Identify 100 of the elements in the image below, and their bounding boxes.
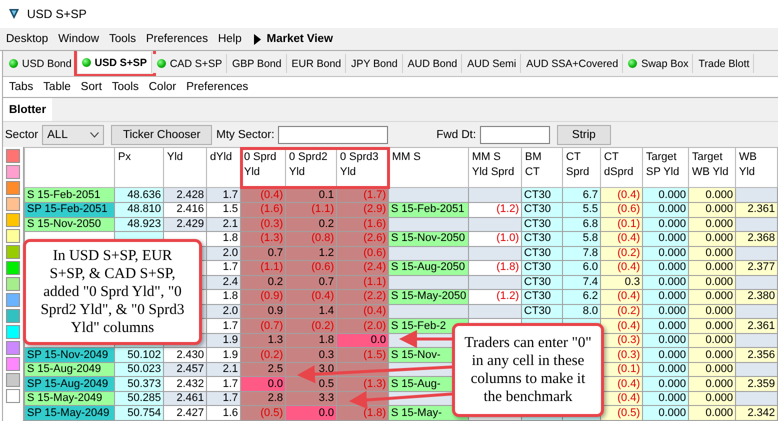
menu-item[interactable]: Preferences xyxy=(186,81,248,93)
color-swatch[interactable] xyxy=(6,261,20,275)
table-cell: S 15-Aug-2049 xyxy=(24,362,114,377)
table-cell: 0.000 xyxy=(688,406,736,420)
table-cell: CT30 xyxy=(522,304,562,319)
color-swatch[interactable] xyxy=(6,341,20,355)
table-cell: CT30 xyxy=(522,188,562,202)
table-cell: (1.2) xyxy=(468,202,522,218)
table-cell: 2.457 xyxy=(164,362,206,377)
color-swatch[interactable] xyxy=(6,373,20,387)
color-swatch[interactable] xyxy=(6,165,20,179)
color-swatch[interactable] xyxy=(6,325,20,339)
table-cell: (0.2) xyxy=(600,246,642,261)
table-cell: 1.8 xyxy=(206,232,240,246)
strip-button[interactable]: Strip xyxy=(557,124,611,144)
table-cell: 0.000 xyxy=(642,406,688,420)
fwd-date-field[interactable] xyxy=(480,126,550,144)
color-swatch[interactable] xyxy=(6,181,20,195)
column-header[interactable]: MM S xyxy=(388,148,468,188)
menu-item[interactable]: Window xyxy=(58,33,100,45)
table-cell: (0.6) xyxy=(286,260,336,276)
table-cell: 0.000 xyxy=(688,391,736,406)
table-cell: 0.000 xyxy=(688,232,736,246)
column-header[interactable]: BM CT xyxy=(522,148,562,188)
table-cell: 7.4 xyxy=(562,275,600,290)
table-cell: SP 15-May-2049 xyxy=(24,406,114,420)
table-cell: (2.6) xyxy=(336,232,388,246)
column-header[interactable]: Target SP Yld xyxy=(642,148,688,188)
table-cell: (0.2) xyxy=(600,304,642,319)
table-cell: 1.4 xyxy=(286,304,336,319)
table-cell: 0.000 xyxy=(688,275,736,290)
table-cell: S 15-Feb-2051 xyxy=(388,202,468,218)
menu-item[interactable]: Preferences xyxy=(146,33,208,45)
panel-tab[interactable]: Blotter xyxy=(3,98,52,121)
color-swatch[interactable] xyxy=(6,389,20,403)
table-cell: 50.102 xyxy=(114,348,164,362)
table-cell: (0.6) xyxy=(336,246,388,261)
ticker-chooser-button[interactable]: Ticker Chooser xyxy=(111,124,212,144)
table-cell: 0.3 xyxy=(286,348,336,362)
table-cell: (0.4) xyxy=(600,260,642,276)
color-swatch[interactable] xyxy=(6,357,20,371)
color-swatch[interactable] xyxy=(6,197,20,211)
table-cell: 2.427 xyxy=(164,406,206,420)
table-cell: (0.4) xyxy=(600,188,642,202)
color-swatch[interactable] xyxy=(6,293,20,307)
color-swatch[interactable] xyxy=(6,213,20,227)
table-cell: 0.0 xyxy=(336,333,388,348)
table-cell: 2.1 xyxy=(206,217,240,232)
color-swatch[interactable] xyxy=(6,309,20,323)
column-header[interactable]: CT dSprd xyxy=(600,148,642,188)
menu-item[interactable]: Help xyxy=(218,33,242,45)
table-cell: 0.3 xyxy=(600,275,642,290)
table-cell: 1.3 xyxy=(240,333,286,348)
menu-item[interactable]: Color xyxy=(148,81,176,93)
column-header[interactable]: MM S Yld Sprd xyxy=(468,148,522,188)
menu-item[interactable]: Table xyxy=(43,81,71,93)
table-cell: 0.000 xyxy=(642,290,688,304)
table-cell: SP 15-Nov-2049 xyxy=(24,348,114,362)
color-swatch[interactable] xyxy=(6,229,20,243)
color-swatch[interactable] xyxy=(6,277,20,291)
color-swatch[interactable] xyxy=(6,245,20,259)
table-cell: 1.7 xyxy=(206,318,240,334)
menu-item[interactable]: Tabs xyxy=(9,81,34,93)
column-header[interactable]: Target WB Yld xyxy=(688,148,736,188)
table-cell: (0.2) xyxy=(240,348,286,362)
table-cell: 0.0 xyxy=(286,406,336,420)
menu-item[interactable]: Sort xyxy=(80,81,102,93)
sector-dropdown[interactable]: ALL xyxy=(42,124,104,144)
column-header[interactable]: CT Sprd xyxy=(562,148,600,188)
column-header[interactable]: dYld xyxy=(206,148,240,188)
table-cell: 1.7 xyxy=(206,391,240,406)
table-cell: 1.9 xyxy=(206,348,240,362)
table-cell: (2.4) xyxy=(336,260,388,276)
menu-item[interactable]: Desktop xyxy=(6,33,48,45)
table-cell: 2.430 xyxy=(164,348,206,362)
mty-sector-field[interactable] xyxy=(278,126,388,144)
table-cell: 2.368 xyxy=(736,232,778,246)
table-cell: 2.0 xyxy=(206,304,240,319)
table-cell: 1.2 xyxy=(286,246,336,261)
table-cell: (1.2) xyxy=(468,290,522,304)
table-cell: (0.5) xyxy=(240,406,286,420)
table-cell: (1.1) xyxy=(240,260,286,276)
table-cell: 0.000 xyxy=(642,202,688,218)
table-cell: 0.000 xyxy=(642,217,688,232)
table-cell: 8.0 xyxy=(562,304,600,319)
table-cell: 3.3 xyxy=(286,391,336,406)
menu-item[interactable]: Tools xyxy=(109,33,136,45)
table-cell: 0.000 xyxy=(642,348,688,362)
menu-item[interactable]: Tools xyxy=(112,81,139,93)
color-swatch[interactable] xyxy=(6,149,20,163)
table-cell: 0.2 xyxy=(240,275,286,290)
table-cell: 0.000 xyxy=(642,188,688,202)
table-cell: 2.356 xyxy=(736,348,778,362)
column-header[interactable]: Px xyxy=(114,148,164,188)
table-cell: 6.7 xyxy=(562,188,600,202)
column-header[interactable]: Yld xyxy=(164,148,206,188)
table-cell: (2.9) xyxy=(336,202,388,218)
table-cell: 0.000 xyxy=(642,318,688,334)
column-header[interactable]: WB Yld xyxy=(736,148,778,188)
table-cell: (0.3) xyxy=(240,217,286,232)
